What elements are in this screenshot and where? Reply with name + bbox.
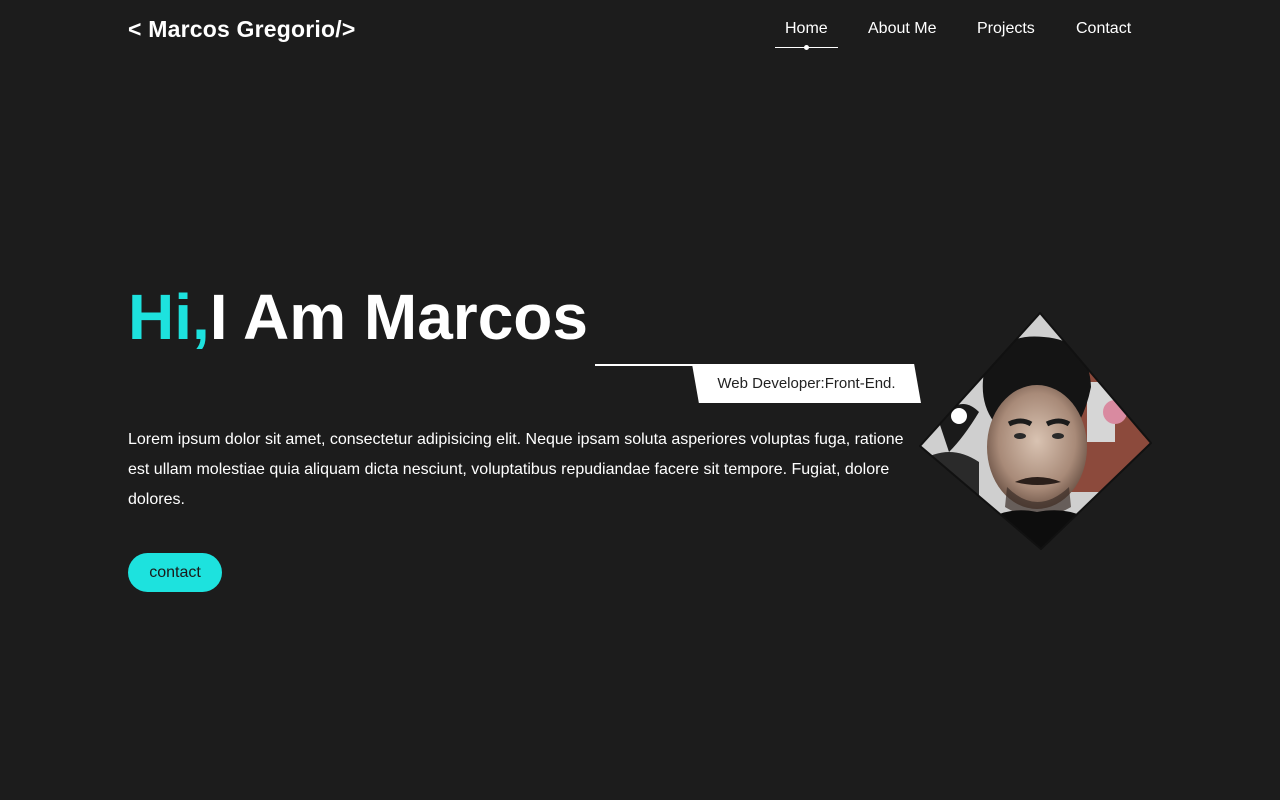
hero-headline: Hi,I Am Marcos <box>128 280 588 354</box>
page: < Marcos Gregorio/> Home About Me Projec… <box>0 0 1280 800</box>
contact-button[interactable]: contact <box>128 553 222 592</box>
profile-photo <box>919 312 1152 550</box>
hero-intro-text: Lorem ipsum dolor sit amet, consectetur … <box>128 431 904 508</box>
main-nav: Home About Me Projects Contact <box>0 20 1280 50</box>
hero-name: I Am Marcos <box>209 281 588 353</box>
role-divider-line <box>595 364 695 366</box>
nav-item-projects[interactable]: Projects <box>977 20 1035 38</box>
hero-greeting: Hi, <box>128 281 210 353</box>
nav-item-about-me[interactable]: About Me <box>868 20 936 38</box>
role-badge: Web Developer:Front-End. <box>692 364 921 403</box>
nav-item-home[interactable]: Home <box>785 20 828 38</box>
active-nav-dot <box>804 45 809 50</box>
role-label: Web Developer:Front-End. <box>717 375 896 392</box>
nav-item-contact[interactable]: Contact <box>1076 20 1131 38</box>
